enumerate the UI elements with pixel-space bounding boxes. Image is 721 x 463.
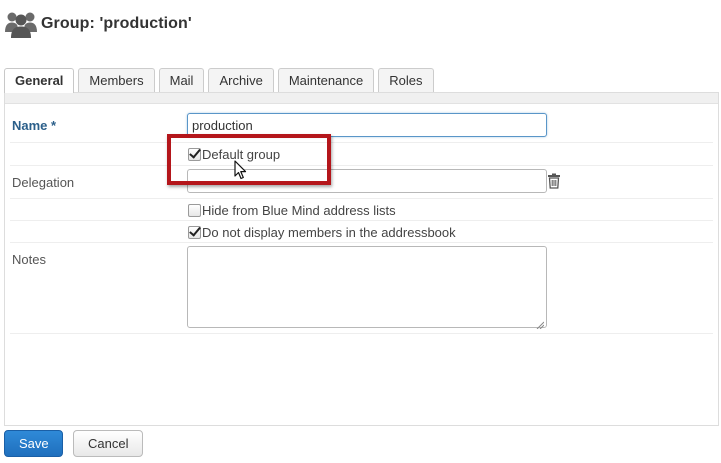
no-display-row: Do not display members in the addressboo… xyxy=(188,223,456,241)
panel-top-band xyxy=(5,93,718,104)
tab-archive[interactable]: Archive xyxy=(208,68,274,92)
notes-label: Notes xyxy=(12,252,46,267)
tab-roles[interactable]: Roles xyxy=(378,68,434,92)
tab-maintenance[interactable]: Maintenance xyxy=(277,68,375,92)
tab-bar: General Members Mail Archive Maintenance… xyxy=(4,68,438,93)
hide-label: Hide from Blue Mind address lists xyxy=(202,202,396,218)
tab-members[interactable]: Members xyxy=(78,68,155,92)
row-divider xyxy=(10,242,713,243)
row-divider xyxy=(10,142,713,143)
no-display-checkbox[interactable] xyxy=(188,225,201,239)
general-form-panel: Name * Default group Delegation Hi xyxy=(4,92,719,426)
no-display-label: Do not display members in the addressboo… xyxy=(202,224,456,240)
row-divider xyxy=(10,333,713,334)
row-divider xyxy=(10,220,713,221)
users-group-icon xyxy=(4,8,38,40)
notes-textarea[interactable] xyxy=(187,246,547,330)
name-input[interactable] xyxy=(187,113,547,137)
trash-icon[interactable] xyxy=(547,173,561,189)
group-edit-page: Group: 'production' General Members Mail… xyxy=(0,0,721,463)
delegation-input[interactable] xyxy=(187,169,547,193)
default-group-checkbox[interactable] xyxy=(188,147,201,161)
default-group-row: Default group xyxy=(188,145,280,163)
page-header: Group: 'production' xyxy=(4,6,192,42)
tab-general[interactable]: General xyxy=(4,68,75,93)
row-divider xyxy=(10,198,713,199)
tab-mail[interactable]: Mail xyxy=(158,68,205,92)
default-group-label: Default group xyxy=(202,146,281,162)
hide-row: Hide from Blue Mind address lists xyxy=(188,201,396,219)
cancel-button[interactable]: Cancel xyxy=(73,430,143,457)
hide-checkbox[interactable] xyxy=(188,203,201,217)
save-button[interactable]: Save xyxy=(4,430,63,457)
resize-grip-icon[interactable] xyxy=(536,317,545,330)
row-divider xyxy=(10,165,713,166)
name-label: Name * xyxy=(12,118,57,133)
page-title: Group: 'production' xyxy=(41,15,192,32)
delegation-label: Delegation xyxy=(12,175,75,190)
